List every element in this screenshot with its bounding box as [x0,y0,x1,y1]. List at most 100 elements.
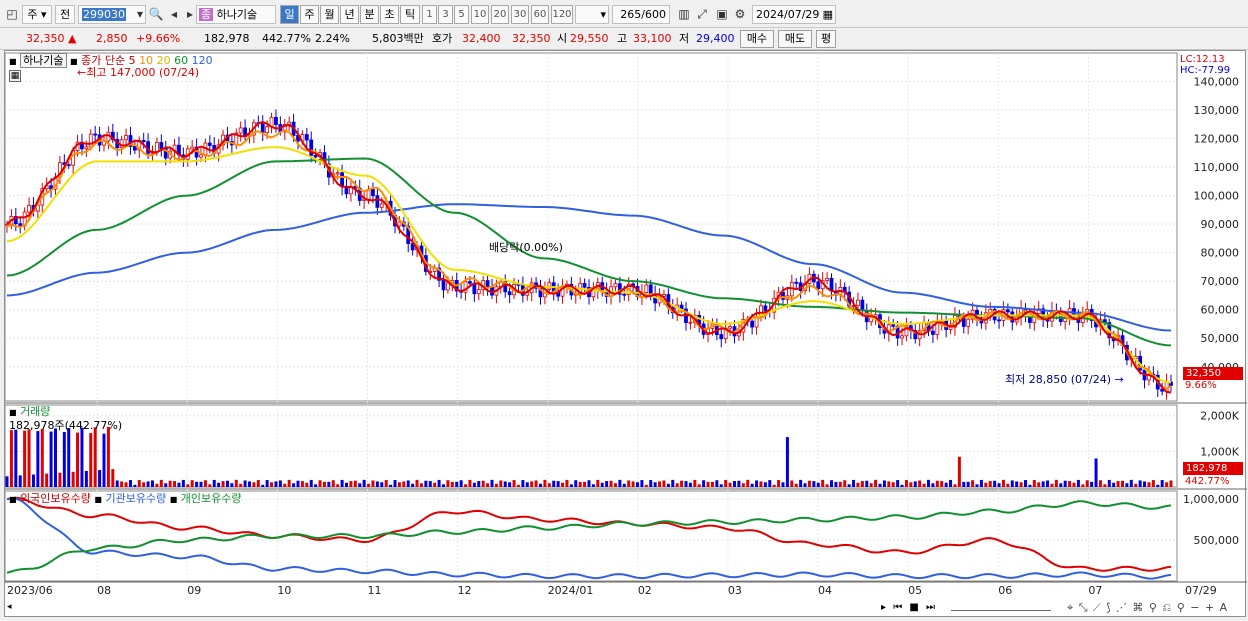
period-day[interactable]: 일 [280,5,299,24]
candle-body [763,305,768,312]
volume-ratio: 442.77% [262,32,311,45]
volume-bar [349,481,353,487]
volume-bar [1019,482,1023,487]
panel-toggle-icon[interactable]: ■ [94,495,102,504]
volume-bar [852,479,856,487]
window-icon[interactable]: ◰ [4,5,20,24]
panel-toggle-icon[interactable]: ■ [9,408,17,417]
high-label: 고 [617,32,628,45]
volume-bar [124,482,128,487]
candle-body [719,334,724,340]
search-icon[interactable]: 🔍 [148,5,164,24]
period-year[interactable]: 년 [340,5,359,24]
volume-bar [993,480,997,487]
candle-body [375,195,380,208]
ma-line-10 [6,129,1172,390]
interval-10[interactable]: 10 [471,5,489,24]
volume-bar [14,429,18,487]
interval-60[interactable]: 60 [531,5,549,24]
chart-area[interactable]: 140,000 130,000 120,000 110,000 100,000 90,00… [4,50,1247,617]
sell-button[interactable]: 매도 [778,30,812,48]
x-tick-label: 02 [638,584,652,597]
ma-toggle-icon[interactable]: ■ [70,57,78,66]
candle-body [728,326,732,329]
price-tick-label: 120,000 [1194,133,1240,146]
volume-bar [697,484,701,487]
volume-bar [807,480,811,487]
panel-toggle-icon[interactable]: ■ [9,495,17,504]
volume-bar [666,483,670,487]
interval-20[interactable]: 20 [491,5,509,24]
volume-bar [1054,479,1058,487]
dropdown-icon[interactable]: ▾ [132,5,148,24]
prev-button[interactable]: 전 [55,5,75,24]
interval-5[interactable]: 5 [454,5,469,24]
volume-bar [675,483,679,487]
stock-name-field[interactable]: 종 하나기술 [196,5,276,24]
volume-bar [102,433,106,487]
count-input[interactable]: 265/600 [612,5,670,24]
candle-body [935,322,940,335]
period-minute[interactable]: 분 [360,5,379,24]
interval-1[interactable]: 1 [422,5,437,24]
volume-bar [1015,481,1019,487]
volume-bar [962,481,966,487]
volume-bar [719,484,723,487]
candle-body [1005,309,1010,313]
volume-bar [106,426,110,487]
candle-icon[interactable]: ▥ [676,5,692,24]
interval-3[interactable]: 3 [438,5,453,24]
volume-bar [292,483,296,487]
volume-tick-label: 2,000K [1200,410,1239,423]
period-tick[interactable]: 틱 [400,5,420,24]
gear-icon[interactable]: ⚙ [732,5,748,24]
volume-bar [261,484,265,487]
draw-icon[interactable]: ⤢ [694,5,710,24]
volume-bar [1041,481,1045,487]
volume-bar [1085,480,1089,487]
volume-bar [680,480,684,487]
volume-bar [653,482,657,487]
volume-bar [997,483,1001,487]
drawing-tools[interactable]: ⌖ ⤡ ⟋ ⟆ ⋰ ⌘ ⚲ ⎌ ⚲ − + A [1067,601,1228,614]
table-icon[interactable]: ▦ [9,70,21,82]
min-price-label: 최저 28,850 (07/24) → [1005,373,1124,386]
panel-toggle-icon[interactable]: ■ [9,57,17,66]
period-week[interactable]: 주 [300,5,319,24]
volume-bar [472,482,476,487]
chart-nav-controls[interactable]: ▸ ⏮ ■ ⏭ [881,601,937,614]
volume-bar [142,482,146,487]
volume-bar [89,433,93,487]
volume-bar [402,481,406,487]
candle-body [159,142,164,150]
volume-bar [358,483,362,487]
volume-bar [1112,482,1116,487]
panel-toggle-icon[interactable]: ■ [170,495,178,504]
volume-bar [812,481,816,487]
period-month[interactable]: 월 [320,5,339,24]
scroll-left-icon[interactable]: ◂ [7,601,17,615]
volume-bar [173,481,177,487]
x-tick-label: 10 [277,584,291,597]
buy-button[interactable]: 매수 [740,30,774,48]
volume-bar [305,482,309,487]
interval-custom-select[interactable]: ▾ [575,5,609,24]
extra-button[interactable]: 평 [816,30,836,48]
volume-bar [168,480,172,487]
volume-bar [609,480,613,487]
stock-tag: 하나기술 [20,53,67,68]
zoom-slider[interactable] [951,603,1051,611]
volume-bar [552,480,556,487]
speaker-icon[interactable]: ◂ [166,5,182,24]
date-input[interactable]: 2024/07/29 ▦ [752,5,836,24]
volume-bar [662,480,666,487]
period-type-select[interactable]: 주 ▾ [22,5,52,24]
interval-120[interactable]: 120 [551,5,573,24]
calendar-icon[interactable]: ▦ [823,6,833,23]
interval-30[interactable]: 30 [511,5,529,24]
volume-bar [838,481,842,487]
candle-body [313,155,318,158]
save-icon[interactable]: ▣ [714,5,730,24]
period-second[interactable]: 초 [380,5,399,24]
volume-bar [574,480,578,487]
